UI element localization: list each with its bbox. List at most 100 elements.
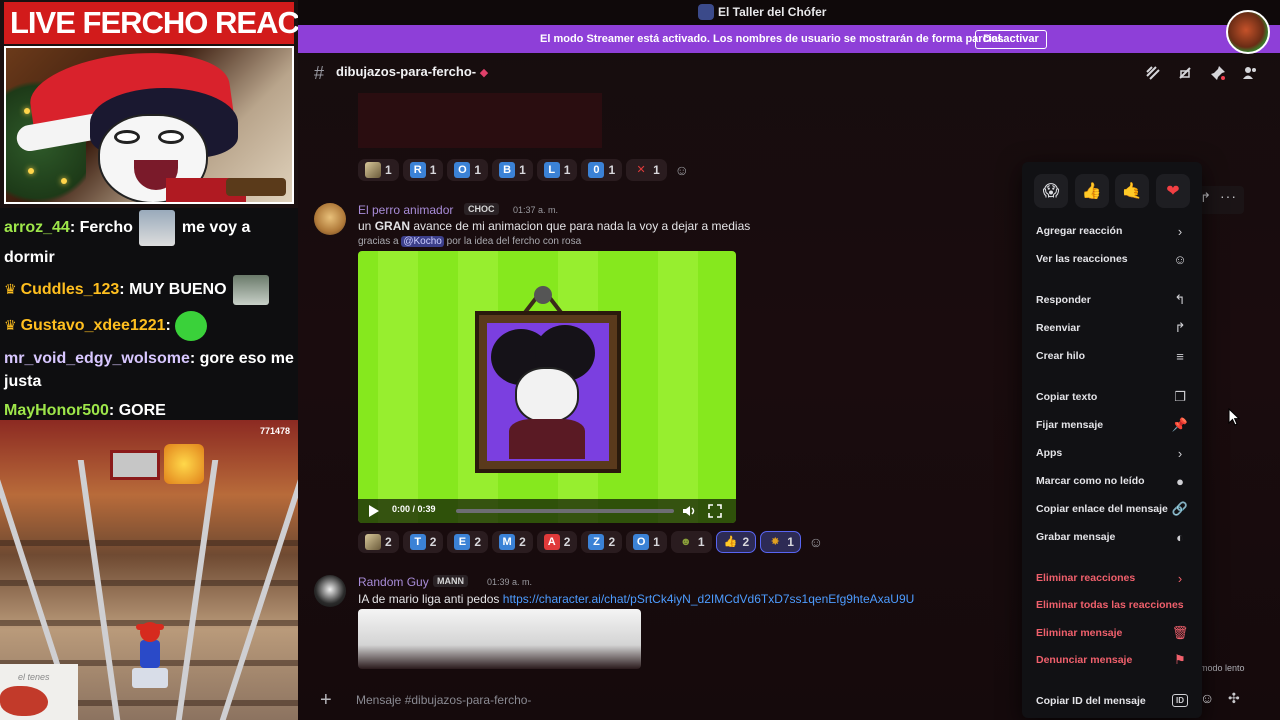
quick-reaction-1-icon[interactable]: 👍 xyxy=(1074,174,1109,208)
reaction-pill[interactable]: ☻ 1 xyxy=(670,531,712,553)
menu-pin-message[interactable]: Fijar mensaje 📌 xyxy=(1030,412,1194,438)
reaction-pill[interactable]: T2 xyxy=(402,531,444,553)
menu-item-label: Grabar mensaje xyxy=(1036,531,1116,543)
reaction-pill[interactable]: O1 xyxy=(447,159,489,181)
stream-chat-line: ♛ Gustavo_xdee1221: xyxy=(4,311,296,341)
mark-unread-icon: ● xyxy=(1176,473,1184,489)
fullscreen-icon[interactable] xyxy=(708,504,722,518)
streamer-mode-text: El modo Streamer está activado. Los nomb… xyxy=(540,33,1004,45)
slow-mode-indicator: modo lento xyxy=(1200,663,1245,673)
chat-username: Gustavo_xdee1221 xyxy=(20,317,166,335)
menu-report-message[interactable]: Denunciar mensaje ⚑ xyxy=(1030,647,1194,673)
reaction-pill[interactable]: 1 xyxy=(358,159,399,181)
menu-forward[interactable]: Reenviar ↱ xyxy=(1030,315,1194,341)
quick-reaction-3-icon[interactable]: ❤ xyxy=(1155,174,1190,208)
reaction-pill[interactable]: ✕ 1 xyxy=(626,159,667,181)
menu-view-reactions[interactable]: Ver las reacciones ☺ xyxy=(1030,246,1194,272)
reaction-count: 1 xyxy=(519,163,526,177)
reaction-pill[interactable]: 2 xyxy=(358,531,399,553)
upload-plus-icon[interactable]: + xyxy=(320,689,332,712)
reaction-emoji-icon: A xyxy=(543,534,560,550)
reaction-pill[interactable]: 01 xyxy=(581,159,623,181)
apps-icon[interactable]: ✣ xyxy=(1228,690,1240,707)
reaction-emoji-icon: R xyxy=(409,162,426,178)
reaction-pill[interactable]: R1 xyxy=(402,159,444,181)
menu-remove-reactions[interactable]: Eliminar reacciones › xyxy=(1030,565,1194,591)
menu-remove-all-reactions[interactable]: Eliminar todas las reacciones xyxy=(1030,592,1194,618)
streamer-mode-banner: El modo Streamer está activado. Los nomb… xyxy=(298,25,1280,53)
reaction-count: 1 xyxy=(429,163,437,177)
quick-reaction-0-icon[interactable]: 😱 xyxy=(1034,174,1068,208)
crown-icon: ♛ xyxy=(4,317,17,334)
stream-title: LIVE FERCHO REACTION xyxy=(4,2,298,44)
menu-record-message[interactable]: Grabar mensaje ◐ xyxy=(1030,524,1194,550)
quick-reactions: 😱 👍 🤙 ❤ xyxy=(1034,174,1190,208)
message-subtext: gracias a @Kocho por la idea del fercho … xyxy=(358,236,581,247)
reaction-pill[interactable]: E2 xyxy=(447,531,489,553)
menu-delete-message[interactable]: Eliminar mensaje 🗑 xyxy=(1030,620,1194,646)
volume-icon[interactable] xyxy=(682,504,696,518)
add-reaction-icon[interactable]: ☺ xyxy=(671,159,693,181)
stream-chat-line: arroz_44: Fercho me voy a dormir xyxy=(4,210,296,269)
emoji-icon[interactable]: ☺ xyxy=(1200,690,1214,706)
reaction-emoji-icon: T xyxy=(409,534,426,550)
reactions-row: 1 R 1 O 1 B 1 L 1 0 1 ✕ 1 ☺ xyxy=(358,159,693,181)
menu-create-thread[interactable]: Crear hilo ≡ xyxy=(1030,343,1194,369)
reaction-pill[interactable]: A2 xyxy=(536,531,578,553)
reaction-count: 2 xyxy=(474,535,482,549)
menu-add-reaction[interactable]: Agregar reacción › xyxy=(1030,218,1194,244)
menu-item-label: Crear hilo xyxy=(1036,350,1086,362)
reaction-pill[interactable]: M2 xyxy=(492,531,533,553)
user-avatar[interactable] xyxy=(1226,10,1270,54)
user-mention[interactable]: @Kocho xyxy=(401,236,444,247)
play-icon[interactable] xyxy=(366,504,380,518)
message-link[interactable]: https://character.ai/chat/pSrtCk4iyN_d2I… xyxy=(503,592,915,606)
menu-reply[interactable]: Responder ↰ xyxy=(1030,287,1194,313)
chat-message-text: GORE xyxy=(118,402,166,419)
message-author[interactable]: El perro animador xyxy=(358,203,453,217)
author-avatar[interactable] xyxy=(314,203,346,235)
title-bar: El Taller del Chófer xyxy=(298,0,1280,25)
video-progress-bar[interactable] xyxy=(456,509,674,513)
webcam-character-image xyxy=(4,46,294,204)
server-title: El Taller del Chófer xyxy=(718,5,827,19)
reaction-pill[interactable]: Z2 xyxy=(581,531,623,553)
menu-copy-link[interactable]: Copiar enlace del mensaje 🔗 xyxy=(1030,496,1194,522)
video-attachment[interactable]: 0:00 / 0:39 xyxy=(358,251,736,523)
reaction-count: 2 xyxy=(519,535,526,549)
stream-chat: arroz_44: Fercho me voy a dormir ♛ Cuddles… xyxy=(4,210,296,428)
more-options-icon[interactable]: ··· xyxy=(1220,188,1237,204)
stream-chat-line: mr_void_edgy_wolsome: gore eso me justa xyxy=(4,350,294,390)
notifications-muted-icon[interactable] xyxy=(1177,65,1193,81)
view-reactions-icon: ☺ xyxy=(1173,251,1187,267)
quick-reaction-2-icon[interactable]: 🤙 xyxy=(1115,174,1150,208)
menu-mark-unread[interactable]: Marcar como no leído ● xyxy=(1030,468,1194,494)
reply-icon: ↰ xyxy=(1174,292,1186,307)
link-embed-image[interactable] xyxy=(358,609,641,669)
reaction-emoji-icon: E xyxy=(454,534,471,550)
author-avatar[interactable] xyxy=(314,575,346,607)
reaction-pill[interactable]: L1 xyxy=(536,159,578,181)
reaction-pill[interactable]: ✸ 1 xyxy=(760,531,801,553)
pinned-messages-icon[interactable] xyxy=(1210,65,1226,81)
menu-apps[interactable]: Apps › xyxy=(1030,440,1194,466)
menu-copy-text[interactable]: Copiar texto ❐ xyxy=(1030,384,1194,410)
message-text-pre: un xyxy=(358,219,375,233)
emote-ya-icon xyxy=(139,210,176,246)
menu-copy-id[interactable]: Copiar ID del mensaje ID xyxy=(1030,688,1194,714)
threads-icon[interactable] xyxy=(1145,65,1161,81)
member-list-icon[interactable] xyxy=(1242,65,1258,81)
rose-icon: ◆ xyxy=(479,67,489,79)
report-message-icon: ⚑ xyxy=(1174,652,1186,667)
chat-message-text: MUY BUENO xyxy=(129,281,231,299)
reaction-pill[interactable]: B1 xyxy=(492,159,533,181)
reaction-emoji-icon: ✸ xyxy=(770,536,780,548)
message-author[interactable]: Random Guy xyxy=(358,575,429,589)
add-reaction-icon[interactable]: ☺ xyxy=(805,531,827,553)
message-input[interactable] xyxy=(356,683,956,717)
disable-streamer-mode-button[interactable]: Desactivar xyxy=(975,30,1047,49)
reaction-emoji-icon: 👍 xyxy=(723,536,738,548)
reaction-pill[interactable]: 👍 2 xyxy=(715,531,757,553)
reaction-pill[interactable]: O1 xyxy=(626,531,667,553)
subtext-post: por la idea del fercho con rosa xyxy=(443,236,582,247)
